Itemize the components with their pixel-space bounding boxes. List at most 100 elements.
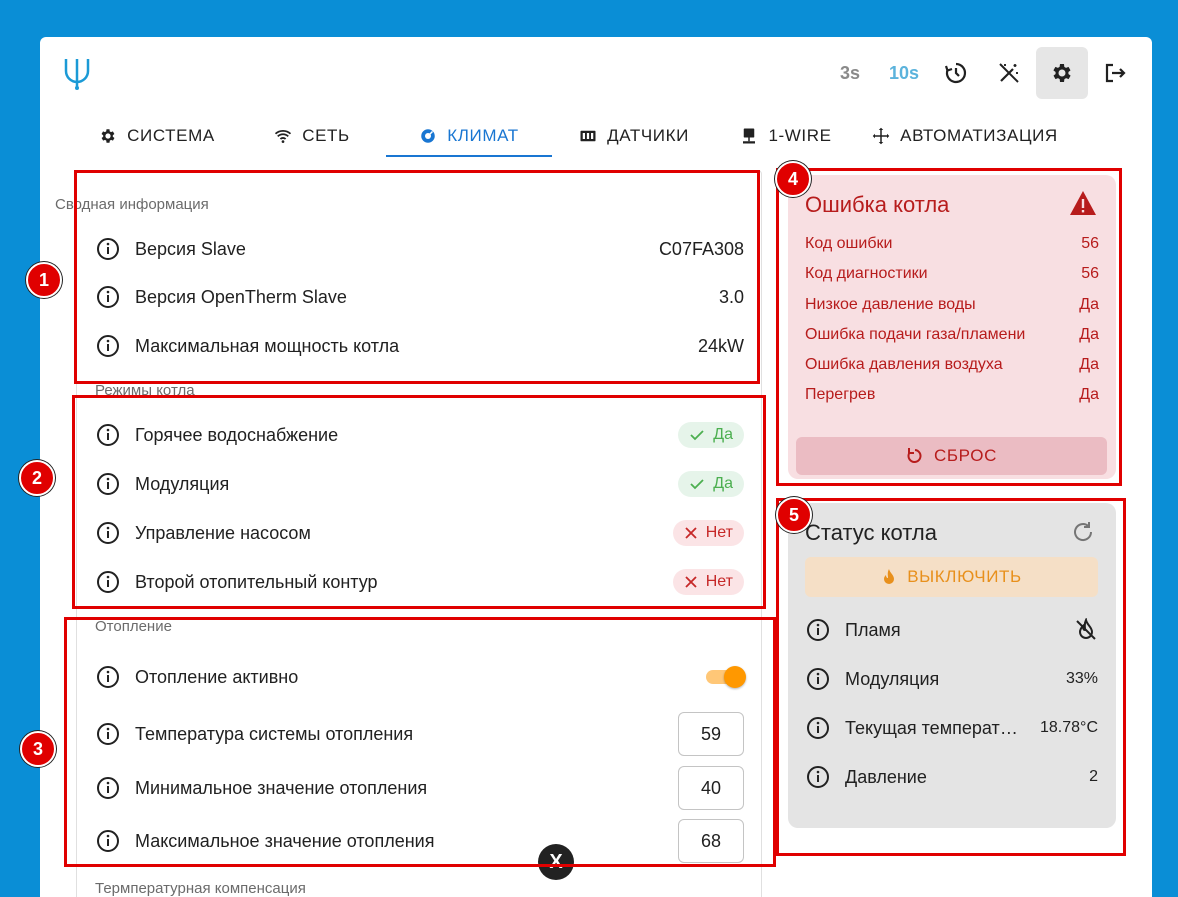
chip-label: Да	[713, 426, 733, 443]
chip-label: Да	[713, 475, 733, 492]
onewire-icon	[743, 128, 756, 144]
row-label: Ошибка давления воздуха	[805, 356, 1003, 373]
tab-automation[interactable]: АВТОМАТИЗАЦИЯ	[856, 115, 1074, 157]
logo-icon	[64, 59, 90, 90]
heating-max-input[interactable]: 68	[678, 819, 744, 863]
info-icon[interactable]	[96, 237, 120, 261]
error-card-title: Ошибка котла	[805, 192, 950, 217]
logout-button[interactable]	[1089, 47, 1141, 99]
info-icon[interactable]	[96, 829, 120, 853]
row-label: Второй отопительный контур	[135, 571, 378, 592]
heating-temp-row: Температура системы отопления 59	[96, 712, 744, 756]
low-pressure-row: Низкое давление воды Да	[805, 296, 1099, 314]
info-icon[interactable]	[806, 618, 830, 642]
tab-sensors-label: ДАТЧИКИ	[607, 126, 689, 145]
status-chip-no: Нет	[672, 569, 744, 595]
row-value: 2	[1089, 768, 1098, 785]
status-card-title: Статус котла	[805, 520, 937, 545]
pressure-row: Давление 2	[806, 757, 1098, 797]
tab-bar: СИСТЕМА СЕТЬ КЛИМАТ ДАТЧИКИ 1-WIRE АВТОМ…	[76, 115, 1074, 157]
row-label: Версия OpenTherm Slave	[135, 286, 347, 307]
summary-section-title: Сводная информация	[55, 196, 209, 213]
modulation-mode-row: Модуляция Да	[96, 464, 744, 504]
heating-active-toggle[interactable]	[702, 665, 746, 689]
row-value: C07FA308	[658, 238, 744, 259]
row-label: Максимальная мощность котла	[135, 335, 400, 356]
row-value: Да	[1079, 326, 1099, 343]
chip-label: Нет	[705, 573, 733, 590]
heating-section-title: Отопление	[95, 618, 172, 635]
annotation-badge-3: 3	[20, 731, 56, 767]
pump-control-row: Управление насосом Нет	[96, 513, 744, 553]
second-circuit-row: Второй отопительный контур Нет	[96, 562, 744, 602]
air-pressure-error-row: Ошибка давления воздуха Да	[805, 356, 1099, 374]
flame-off-icon	[1076, 618, 1096, 640]
interval-3s-button[interactable]: 3s	[830, 47, 870, 99]
info-icon[interactable]	[96, 285, 120, 309]
check-icon	[690, 430, 704, 441]
floating-close-button[interactable]: X	[538, 844, 574, 880]
toggle-thumb	[724, 666, 746, 688]
reset-button[interactable]: СБРОС	[796, 437, 1107, 475]
history-button[interactable]	[930, 47, 982, 99]
row-label: Код ошибки	[805, 235, 893, 252]
row-value: Да	[1079, 296, 1099, 313]
info-icon[interactable]	[96, 521, 120, 545]
automation-icon	[872, 127, 890, 145]
info-icon[interactable]	[96, 570, 120, 594]
row-label: Горячее водоснабжение	[135, 424, 339, 445]
row-value: 24kW	[697, 335, 744, 356]
info-icon[interactable]	[96, 776, 120, 800]
info-icon[interactable]	[96, 722, 120, 746]
turn-off-label: ВЫКЛЮЧИТЬ	[907, 567, 1022, 586]
annotation-badge-5: 5	[776, 497, 812, 533]
info-icon[interactable]	[96, 423, 120, 447]
diag-code-row: Код диагностики 56	[805, 265, 1099, 283]
tab-onewire-label: 1-WIRE	[768, 126, 832, 145]
heating-temp-input[interactable]: 59	[678, 712, 744, 756]
status-chip-yes: Да	[678, 422, 744, 448]
info-icon[interactable]	[806, 765, 830, 789]
row-value: Да	[1079, 386, 1099, 403]
info-icon[interactable]	[806, 716, 830, 740]
tab-network[interactable]: СЕТЬ	[238, 115, 386, 157]
flame-row: Пламя	[806, 610, 1098, 650]
row-label: Версия Slave	[135, 238, 246, 259]
tab-system-label: СИСТЕМА	[127, 126, 215, 145]
tab-system[interactable]: СИСТЕМА	[76, 115, 238, 157]
sensors-icon	[580, 130, 596, 142]
interval-10s-button[interactable]: 10s	[883, 47, 925, 99]
error-code-row: Код ошибки 56	[805, 235, 1099, 253]
heating-active-row: Отопление активно	[96, 657, 746, 697]
row-label: Минимальное значение отопления	[135, 777, 428, 798]
row-label: Перегрев	[805, 386, 876, 403]
row-value: 56	[1081, 235, 1099, 252]
row-label: Давление	[845, 766, 927, 787]
refresh-icon[interactable]	[1070, 519, 1096, 545]
row-label: Пламя	[845, 619, 901, 640]
info-icon[interactable]	[96, 334, 120, 358]
info-icon[interactable]	[96, 665, 120, 689]
max-power-row: Максимальная мощность котла 24kW	[96, 326, 744, 366]
tab-automation-label: АВТОМАТИЗАЦИЯ	[900, 126, 1058, 145]
modes-section-title: Режимы котла	[95, 382, 195, 399]
heating-min-input[interactable]: 40	[678, 766, 744, 810]
tab-climate[interactable]: КЛИМАТ	[386, 115, 552, 157]
info-icon[interactable]	[806, 667, 830, 691]
row-label: Ошибка подачи газа/пламени	[805, 326, 1026, 343]
row-value: 18.78°C	[1040, 719, 1098, 736]
row-label: Модуляция	[135, 473, 230, 494]
turn-off-button[interactable]: ВЫКЛЮЧИТЬ	[805, 557, 1098, 597]
tab-network-label: СЕТЬ	[302, 126, 350, 145]
overheat-row: Перегрев Да	[805, 386, 1099, 404]
row-label: Текущая температура	[845, 717, 1025, 738]
tab-sensors[interactable]: ДАТЧИКИ	[552, 115, 716, 157]
tab-onewire[interactable]: 1-WIRE	[716, 115, 856, 157]
tab-climate-label: КЛИМАТ	[447, 126, 519, 145]
check-icon	[690, 479, 704, 490]
auto-mode-button[interactable]	[983, 47, 1035, 99]
close-icon	[685, 576, 697, 588]
history-icon	[944, 62, 967, 84]
info-icon[interactable]	[96, 472, 120, 496]
settings-button[interactable]	[1036, 47, 1088, 99]
